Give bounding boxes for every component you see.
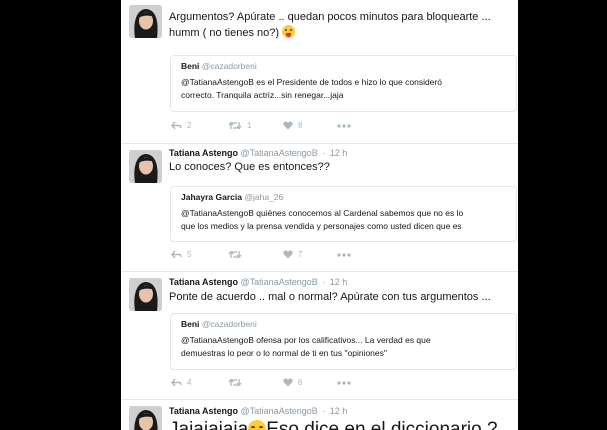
- quoted-user-handle: @cazadorbeni: [201, 61, 257, 71]
- avatar[interactable]: [129, 150, 162, 183]
- quoted-text-line: demuestras lo peor o lo normal de ti en …: [181, 348, 387, 358]
- avatar[interactable]: [129, 406, 162, 430]
- reply-count: 2: [187, 121, 192, 130]
- tweet-timestamp[interactable]: 12 h: [330, 277, 348, 287]
- quoted-text-line: @TatianaAstengoB quiènes conocemos al Ca…: [181, 208, 464, 218]
- retweet-button[interactable]: [228, 378, 247, 387]
- tweet-4[interactable]: Tatiana Astengo @TatianaAstengoB · 12 h …: [121, 399, 518, 430]
- quoted-text-line: correcto. Tranquila actriz...sin renegar…: [181, 90, 344, 100]
- tweet-text-line: Ponte de acuerdo .. mal o normal? Apúrat…: [169, 291, 491, 303]
- tweet-text: Ponte de acuerdo .. mal o normal? Apúrat…: [169, 290, 509, 305]
- retweet-button[interactable]: [228, 250, 247, 259]
- user-handle[interactable]: @TatianaAstengoB: [241, 406, 318, 416]
- quoted-text-line: @TatianaAstengoB ofensa por los califica…: [181, 335, 431, 345]
- quoted-user-handle: @cazadorbeni: [201, 319, 257, 329]
- tweet-3[interactable]: Tatiana Astengo @TatianaAstengoB · 12 h …: [121, 271, 518, 400]
- separator-dot: ·: [322, 277, 326, 287]
- like-button[interactable]: 8: [283, 121, 302, 130]
- quoted-user-name: Jahayra Garcia: [181, 192, 242, 202]
- reply-button[interactable]: 2: [171, 121, 191, 130]
- quoted-text-line: que los medios y la prensa vendida y per…: [181, 221, 462, 231]
- reply-button[interactable]: 5: [171, 250, 191, 259]
- heart-icon: [283, 121, 293, 130]
- tweet-timestamp[interactable]: 12 h: [330, 406, 348, 416]
- separator-dot: ·: [322, 148, 326, 158]
- tweet-1[interactable]: Argumentos? Apúrate .. quedan pocos minu…: [121, 0, 518, 143]
- quoted-tweet-header: Beni @cazadorbeni: [181, 61, 257, 71]
- tweet-header: Tatiana Astengo @TatianaAstengoB · 12 h: [169, 406, 347, 416]
- retweet-icon: [228, 250, 242, 259]
- tweet-actions: 5 7: [171, 250, 371, 262]
- more-dots-icon: [337, 253, 351, 257]
- heart-icon: [283, 250, 293, 259]
- retweet-icon: [228, 378, 242, 387]
- tweet-text-part: Jajajajaja: [169, 419, 249, 430]
- tweet-actions: 4 6: [171, 378, 371, 390]
- more-button[interactable]: [337, 253, 351, 257]
- quoted-tweet-header: Jahayra Garcia @jaha_26: [181, 192, 283, 202]
- retweet-count: 1: [247, 121, 252, 130]
- quoted-tweet-header: Beni @cazadorbeni: [181, 319, 257, 329]
- quoted-user-handle: @jaha_26: [244, 192, 284, 202]
- like-count: 7: [298, 250, 303, 259]
- user-handle[interactable]: @TatianaAstengoB: [241, 277, 318, 287]
- more-button[interactable]: [337, 381, 351, 385]
- face-with-tongue-emoji: [282, 25, 296, 38]
- quoted-tweet[interactable]: Beni @cazadorbeni @TatianaAstengoB es el…: [170, 55, 517, 112]
- retweet-button[interactable]: 1: [228, 121, 251, 130]
- tweet-actions: 2 1 8: [171, 121, 371, 133]
- tweet-text-line: Argumentos? Apúrate .. quedan pocos minu…: [169, 11, 491, 23]
- like-button[interactable]: 7: [283, 250, 302, 259]
- reply-icon: [171, 121, 182, 130]
- separator-dot: ·: [322, 406, 326, 416]
- tweet-text: Jajajajaja Eso dice en el diccionario ?: [169, 419, 518, 430]
- tweet-text-line: humm ( no tienes no?): [169, 27, 280, 39]
- reply-count: 5: [187, 250, 192, 259]
- tweet-text-line: Lo conoces? Que es entonces??: [169, 161, 330, 173]
- tweet-header: Tatiana Astengo @TatianaAstengoB · 12 h: [169, 148, 347, 158]
- grinning-squint-emoji: [248, 420, 267, 430]
- tweet-text: Argumentos? Apúrate .. quedan pocos minu…: [169, 10, 509, 41]
- user-name[interactable]: Tatiana Astengo: [169, 406, 238, 416]
- quoted-user-name: Beni: [181, 61, 200, 71]
- like-count: 8: [298, 121, 303, 130]
- tweet-text: Lo conoces? Que es entonces??: [169, 160, 509, 175]
- heart-icon: [283, 378, 293, 387]
- reply-button[interactable]: 4: [171, 378, 191, 387]
- like-button[interactable]: 6: [283, 378, 302, 387]
- tweet-feed: Argumentos? Apúrate .. quedan pocos minu…: [121, 0, 518, 430]
- quoted-tweet[interactable]: Beni @cazadorbeni @TatianaAstengoB ofens…: [170, 313, 517, 370]
- tweet-2[interactable]: Tatiana Astengo @TatianaAstengoB · 12 h …: [121, 143, 518, 272]
- user-handle[interactable]: @TatianaAstengoB: [241, 148, 318, 158]
- tweet-timestamp[interactable]: 12 h: [330, 148, 348, 158]
- retweet-icon: [228, 121, 242, 130]
- screenshot-stage: Argumentos? Apúrate .. quedan pocos minu…: [0, 0, 607, 430]
- more-button[interactable]: [337, 124, 351, 128]
- avatar[interactable]: [129, 278, 162, 311]
- quoted-tweet[interactable]: Jahayra Garcia @jaha_26 @TatianaAstengoB…: [170, 186, 517, 242]
- user-name[interactable]: Tatiana Astengo: [169, 277, 238, 287]
- reply-icon: [171, 378, 182, 387]
- more-dots-icon: [337, 124, 351, 128]
- quoted-tweet-text: @TatianaAstengoB es el Presidente de tod…: [181, 76, 511, 102]
- quoted-user-name: Beni: [181, 319, 200, 329]
- tweet-header: Tatiana Astengo @TatianaAstengoB · 12 h: [169, 277, 347, 287]
- avatar[interactable]: [129, 5, 162, 38]
- quoted-text-line: @TatianaAstengoB es el Presidente de tod…: [181, 77, 442, 87]
- user-name[interactable]: Tatiana Astengo: [169, 148, 238, 158]
- tweet-text-part: Eso dice en el diccionario ?: [266, 419, 498, 430]
- quoted-tweet-text: @TatianaAstengoB quiènes conocemos al Ca…: [181, 207, 511, 233]
- reply-icon: [171, 250, 182, 259]
- like-count: 6: [298, 378, 303, 387]
- reply-count: 4: [187, 378, 192, 387]
- more-dots-icon: [337, 381, 351, 385]
- quoted-tweet-text: @TatianaAstengoB ofensa por los califica…: [181, 334, 511, 360]
